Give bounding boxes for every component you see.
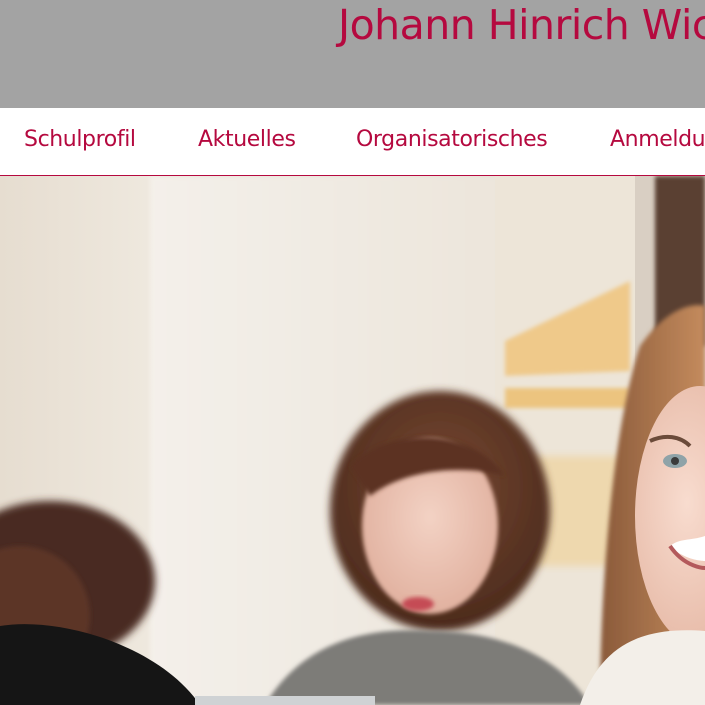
nav-item-organisatorisches[interactable]: Organisatorisches: [356, 125, 548, 155]
site-title[interactable]: Johann Hinrich Wic: [338, 1, 705, 49]
nav-item-anmeldung[interactable]: Anmeldu: [610, 125, 705, 155]
nav-item-aktuelles[interactable]: Aktuelles: [198, 125, 296, 155]
hero-image: [0, 176, 705, 705]
main-navigation: Schulprofil Aktuelles Organisatorisches …: [0, 108, 705, 176]
nav-item-schulprofil[interactable]: Schulprofil: [24, 125, 136, 155]
hero-photo-illustration: [0, 176, 705, 705]
site-header: Johann Hinrich Wic: [0, 0, 705, 108]
